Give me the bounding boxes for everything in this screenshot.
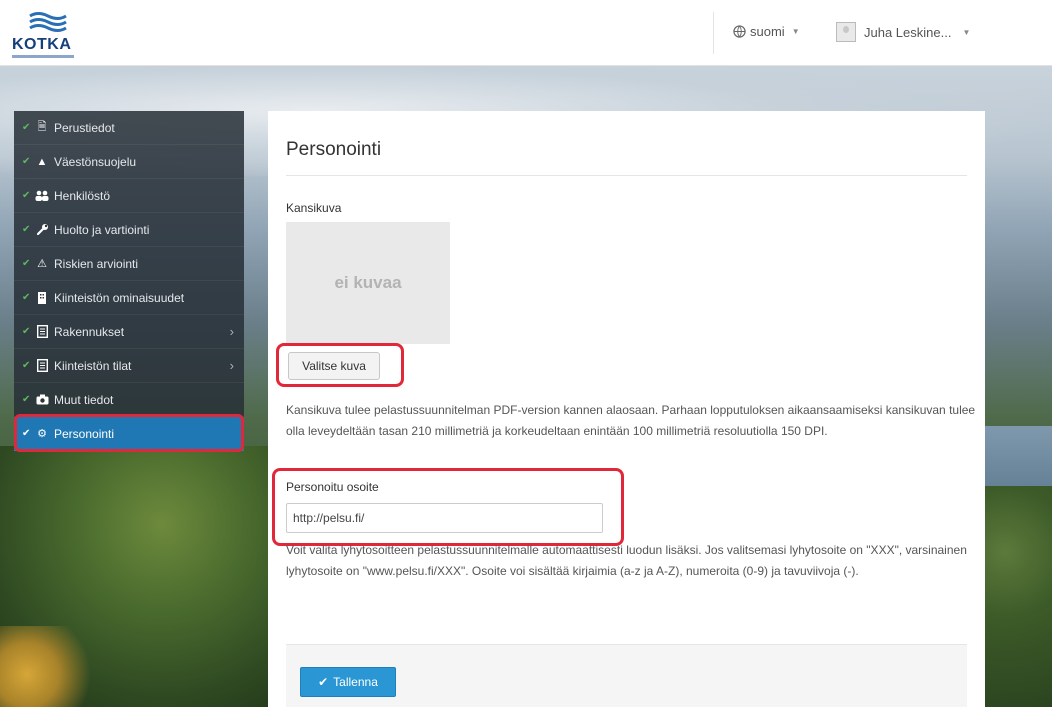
save-button[interactable]: ✔ Tallenna bbox=[300, 667, 396, 697]
cover-label: Kansikuva bbox=[286, 201, 342, 215]
sidebar-item-riskien-arviointi[interactable]: ✔ ⚠ Riskien arviointi bbox=[14, 247, 244, 281]
check-icon: ✔ bbox=[22, 156, 31, 167]
page-title: Personointi bbox=[286, 139, 382, 160]
globe-icon bbox=[733, 25, 746, 38]
avatar bbox=[836, 22, 856, 42]
waves-icon bbox=[29, 12, 67, 32]
sidebar-item-label: Henkilöstö bbox=[54, 188, 111, 203]
header-divider bbox=[713, 12, 714, 54]
caret-down-icon: ▼ bbox=[791, 27, 800, 36]
check-icon: ✔ bbox=[22, 292, 31, 303]
no-image-text: ei kuvaa bbox=[334, 273, 402, 292]
url-help-text: Voit valita lyhytosoitteen pelastussuunn… bbox=[286, 543, 967, 578]
highlight-choose-image bbox=[276, 343, 404, 387]
sidebar: ✔ 🗎 Perustiedot ✔ ▲ Väestönsuojelu ✔ Hen… bbox=[14, 111, 244, 451]
language-selector[interactable]: suomi ▼ bbox=[733, 24, 800, 39]
form-footer: ✔ Tallenna bbox=[286, 644, 967, 707]
chevron-right-icon: › bbox=[229, 324, 234, 339]
check-icon: ✔ bbox=[22, 224, 31, 235]
file-icon bbox=[35, 359, 49, 373]
sidebar-item-label: Muut tiedot bbox=[54, 392, 114, 407]
camera-icon bbox=[35, 393, 49, 407]
language-label: suomi bbox=[750, 24, 785, 39]
kotka-logo[interactable]: KOTKA bbox=[6, 6, 86, 60]
document-icon: 🗎 bbox=[37, 121, 47, 133]
sidebar-item-rakennukset[interactable]: ✔ Rakennukset › bbox=[14, 315, 244, 349]
file-icon bbox=[35, 325, 49, 339]
logo-text: KOTKA bbox=[12, 36, 72, 53]
sidebar-item-henkilosto[interactable]: ✔ Henkilöstö bbox=[14, 179, 244, 213]
sidebar-item-muut-tiedot[interactable]: ✔ Muut tiedot bbox=[14, 383, 244, 417]
save-button-label: Tallenna bbox=[333, 675, 378, 689]
check-icon: ✔ bbox=[22, 258, 31, 269]
trees-right bbox=[985, 486, 1052, 707]
wrench-icon bbox=[35, 223, 49, 237]
user-name: Juha Leskine... bbox=[864, 24, 952, 40]
check-icon: ✔ bbox=[22, 326, 31, 337]
check-icon: ✔ bbox=[22, 122, 31, 133]
sidebar-item-kiinteiston-tilat[interactable]: ✔ Kiinteistön tilat › bbox=[14, 349, 244, 383]
check-icon: ✔ bbox=[22, 394, 31, 405]
highlight-personointi bbox=[14, 414, 244, 452]
sidebar-item-label: Kiinteistön ominaisuudet bbox=[54, 290, 185, 305]
warning-icon: ⚠ bbox=[37, 258, 47, 270]
chevron-right-icon: › bbox=[229, 358, 234, 373]
highlight-url-field bbox=[272, 468, 624, 546]
user-menu[interactable]: Juha Leskine... ▼ bbox=[836, 22, 970, 42]
top-bar: KOTKA suomi ▼ Juha Leskine... ▼ bbox=[0, 0, 1052, 66]
sidebar-item-label: Riskien arviointi bbox=[54, 256, 139, 271]
sidebar-item-label: Perustiedot bbox=[54, 120, 115, 135]
cover-image-placeholder: ei kuvaa bbox=[286, 222, 450, 344]
sidebar-item-vaestonsuojelu[interactable]: ✔ ▲ Väestönsuojelu bbox=[14, 145, 244, 179]
users-icon bbox=[35, 189, 49, 203]
building-icon bbox=[35, 291, 49, 305]
sidebar-item-label: Huolto ja vartiointi bbox=[54, 222, 150, 237]
check-icon: ✔ bbox=[22, 360, 31, 371]
title-divider bbox=[286, 175, 967, 176]
cover-help-text: Kansikuva tulee pelastussuunnitelman PDF… bbox=[286, 403, 976, 438]
main-panel: Personointi Kansikuva ei kuvaa Valitse k… bbox=[268, 111, 985, 707]
sidebar-item-huolto[interactable]: ✔ Huolto ja vartiointi bbox=[14, 213, 244, 247]
sidebar-item-kiinteiston-ominaisuudet[interactable]: ✔ Kiinteistön ominaisuudet bbox=[14, 281, 244, 315]
triangle-icon: ▲ bbox=[36, 155, 48, 168]
check-icon: ✔ bbox=[318, 675, 329, 689]
check-icon: ✔ bbox=[22, 190, 31, 201]
sidebar-item-perustiedot[interactable]: ✔ 🗎 Perustiedot bbox=[14, 111, 244, 145]
sidebar-item-label: Kiinteistön tilat bbox=[54, 358, 132, 373]
logo-underline bbox=[12, 55, 74, 58]
sidebar-item-label: Väestönsuojelu bbox=[54, 154, 137, 169]
autumn-trees bbox=[0, 626, 90, 707]
sidebar-item-label: Rakennukset bbox=[54, 324, 125, 339]
caret-down-icon: ▼ bbox=[962, 27, 971, 37]
